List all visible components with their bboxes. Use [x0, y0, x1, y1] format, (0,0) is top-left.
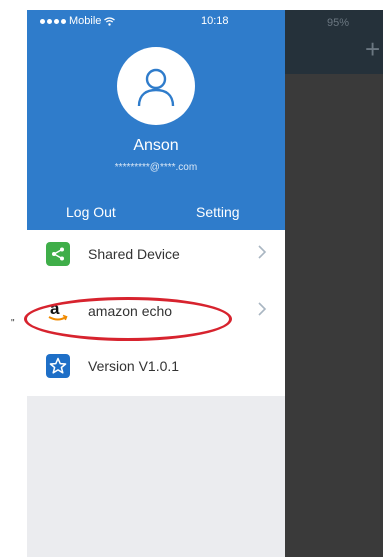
logout-button[interactable]: Log Out [66, 204, 116, 220]
battery-level: 95% [327, 17, 350, 29]
status-bar: Mobile 10:18 [27, 10, 285, 32]
star-icon [46, 354, 70, 378]
account-actions: Log Out Setting [27, 195, 285, 230]
menu-item-label: amazon echo [88, 303, 173, 319]
user-email: *********@****.com [114, 162, 198, 173]
avatar[interactable] [117, 47, 195, 125]
add-icon: + [365, 34, 381, 64]
side-mark: " [11, 318, 15, 329]
wifi-icon [104, 16, 116, 26]
signal-icon [40, 18, 66, 24]
chevron-right-icon [258, 302, 267, 316]
svg-text:a: a [50, 299, 60, 318]
user-name: Anson [133, 137, 179, 154]
menu-item-amazon-echo[interactable]: a amazon echo [27, 287, 285, 339]
setting-button[interactable]: Setting [196, 204, 240, 220]
amazon-logo-icon: a [46, 299, 70, 323]
menu-item-label: Shared Device [88, 246, 180, 262]
drawer-header: Mobile 10:18 Anson *********@****.com Lo… [27, 10, 285, 230]
screen: " 95% + Mobile 10:18 Anson *********@***… [0, 0, 383, 557]
carrier-name: Mobile [69, 15, 102, 27]
menu-list: Shared Device a amazon echo Version V1.0… [24, 230, 285, 396]
status-time: 10:18 [201, 15, 229, 27]
menu-item-shared-device[interactable]: Shared Device [27, 230, 285, 282]
background-app-header: 95% + [285, 10, 383, 74]
user-icon [137, 68, 175, 107]
share-icon [46, 242, 70, 266]
side-drawer: Mobile 10:18 Anson *********@****.com Lo… [24, 10, 285, 557]
menu-item-version[interactable]: Version V1.0.1 [27, 342, 285, 394]
background-app-overlay[interactable]: 95% + [285, 10, 383, 557]
carrier-info: Mobile [40, 15, 116, 27]
chevron-right-icon [258, 245, 267, 259]
menu-item-label: Version V1.0.1 [88, 358, 180, 374]
